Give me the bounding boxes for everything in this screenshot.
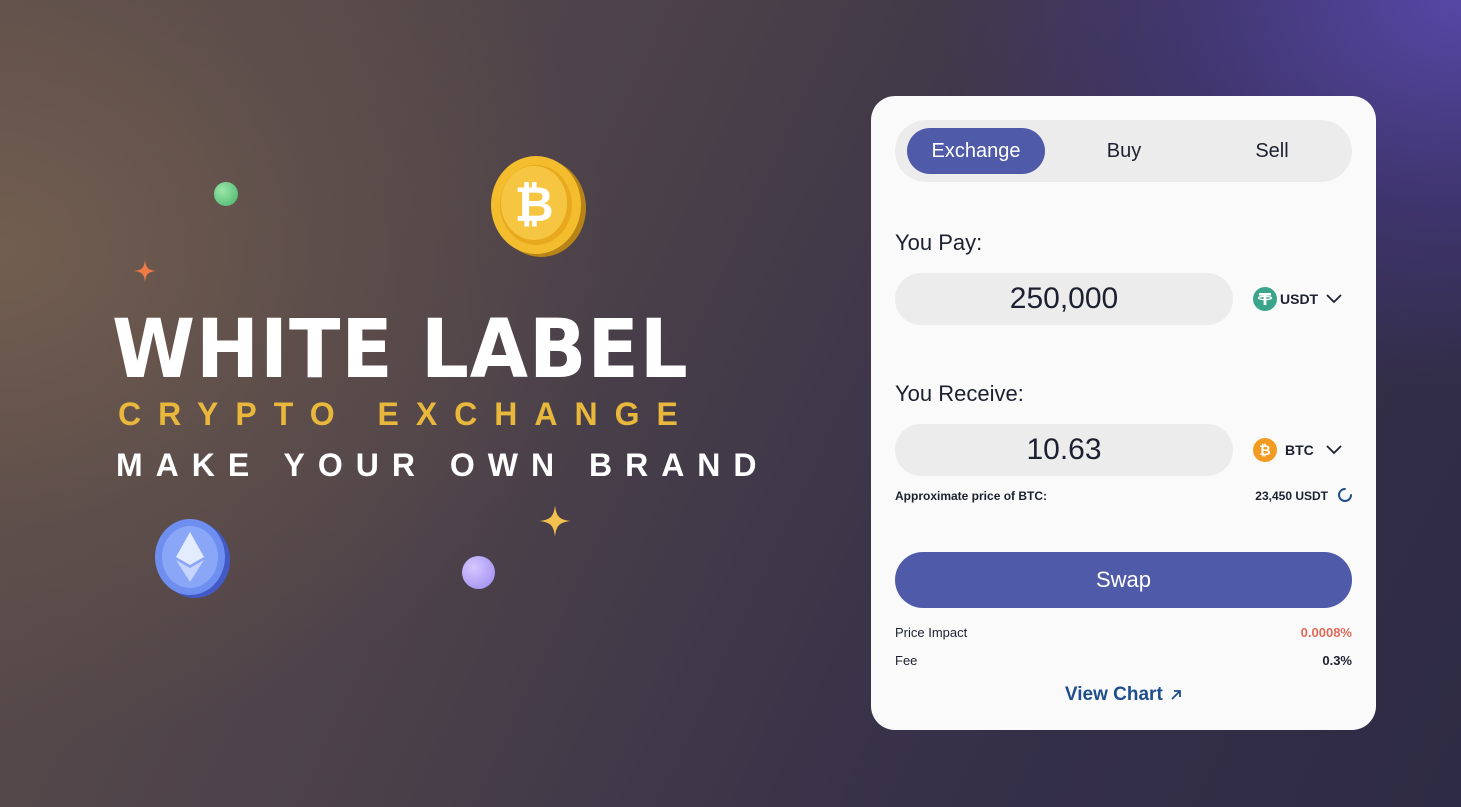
you-receive-label: You Receive:: [895, 381, 1024, 406]
svg-text:₿: ₿: [1259, 443, 1270, 459]
receive-amount-input[interactable]: [895, 424, 1233, 476]
hero-section: WHITE LABEL CRYPTO EXCHANGE MAKE YOUR OW…: [112, 303, 770, 484]
mode-tabs: Exchange Buy Sell: [895, 120, 1352, 182]
receive-token-selector[interactable]: ₿ BTC: [1253, 435, 1342, 465]
exchange-widget: Exchange Buy Sell You Pay: USDT You Rece…: [871, 96, 1376, 730]
price-impact-value: 0.0008%: [1300, 625, 1352, 640]
hero-tagline: MAKE YOUR OWN BRAND: [116, 447, 770, 483]
view-chart-label: View Chart: [1064, 684, 1163, 705]
purple-sphere-decoration: [462, 556, 495, 589]
view-chart-link[interactable]: View Chart: [871, 684, 1376, 706]
swap-button[interactable]: Swap: [895, 552, 1352, 608]
tab-sell[interactable]: Sell: [1203, 128, 1341, 174]
fee-label: Fee: [895, 653, 918, 668]
refresh-spinner-icon: [1338, 488, 1352, 502]
chevron-down-icon: [1326, 445, 1342, 455]
bitcoin-coin-icon: ₿: [491, 156, 586, 257]
ethereum-coin-icon: [155, 519, 230, 598]
you-pay-label: You Pay:: [895, 230, 983, 255]
receive-token-symbol: BTC: [1285, 442, 1314, 458]
sparkle-icon: [539, 505, 571, 537]
tab-buy[interactable]: Buy: [1055, 128, 1193, 174]
approx-price-value: 23,450 USDT: [1255, 489, 1328, 503]
pay-amount-input[interactable]: [895, 273, 1233, 325]
approx-price-label: Approximate price of BTC:: [895, 489, 1048, 503]
bitcoin-icon: ₿: [1253, 438, 1277, 462]
hero-title: WHITE LABEL: [112, 303, 689, 397]
svg-text:₿: ₿: [514, 177, 553, 233]
chevron-down-icon: [1326, 294, 1342, 304]
fee-value: 0.3%: [1322, 653, 1352, 668]
green-sphere-decoration: [214, 182, 238, 206]
arrow-up-right-icon: [1171, 690, 1181, 700]
tab-exchange[interactable]: Exchange: [907, 128, 1045, 174]
pay-token-selector[interactable]: USDT: [1253, 284, 1342, 314]
pay-token-symbol: USDT: [1280, 291, 1319, 307]
tether-icon: [1253, 287, 1277, 311]
price-impact-label: Price Impact: [895, 625, 968, 640]
sparkle-icon: [134, 260, 156, 282]
hero-subtitle: CRYPTO EXCHANGE: [118, 396, 695, 432]
